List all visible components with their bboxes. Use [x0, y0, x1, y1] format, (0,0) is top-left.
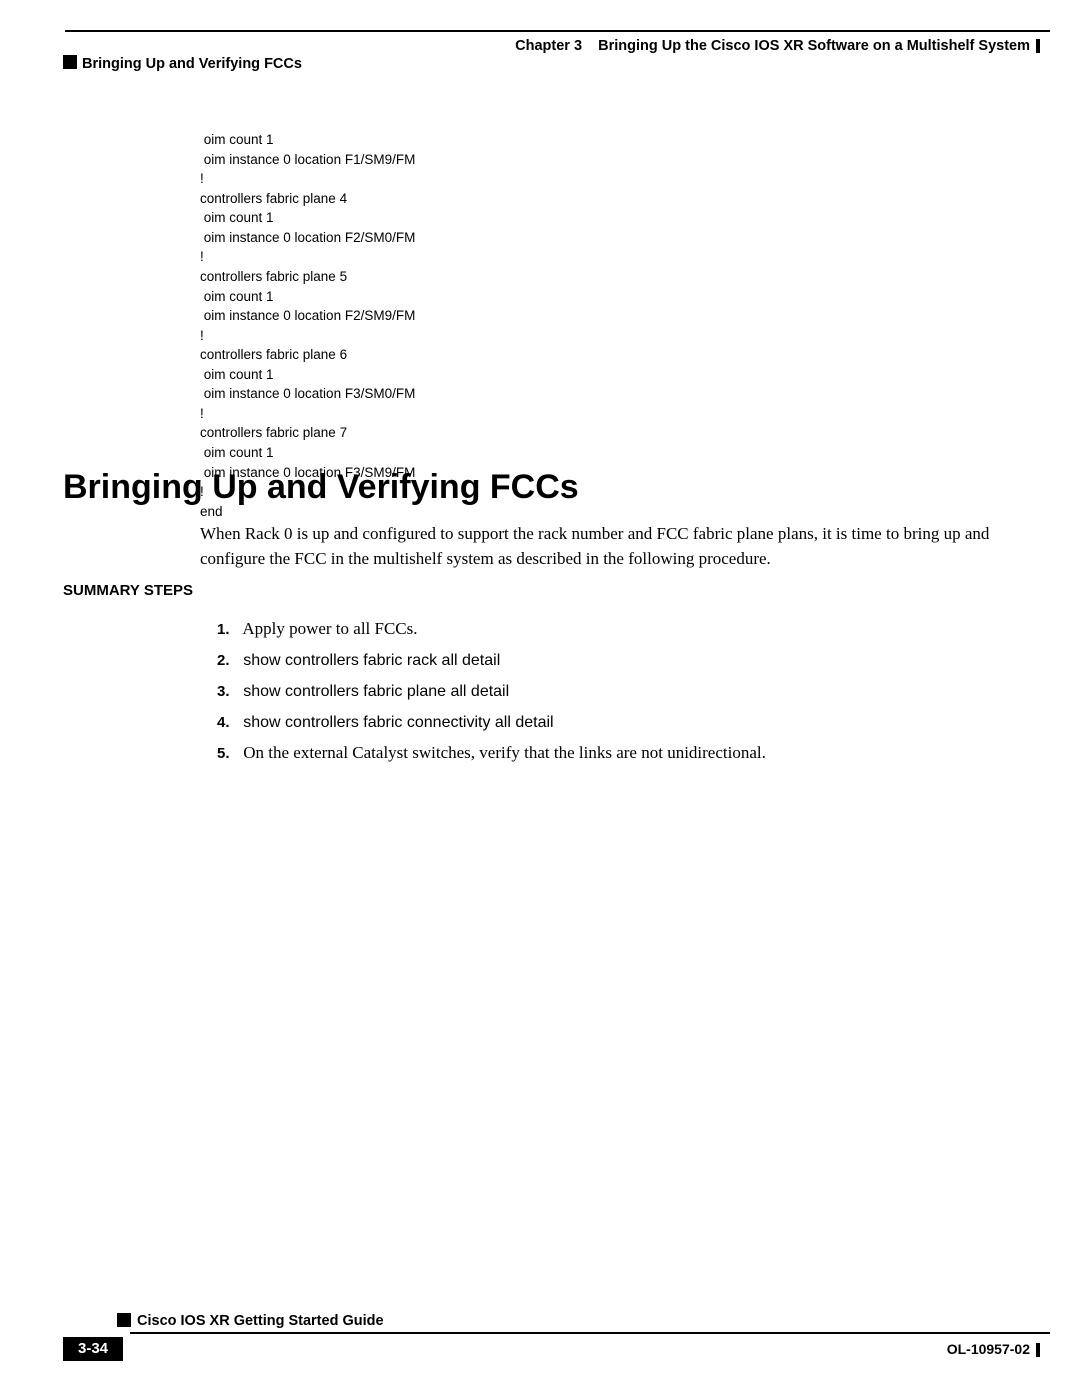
step-item: 5. On the external Catalyst switches, ve… [217, 739, 1020, 768]
step-number: 4. [217, 710, 239, 736]
step-item: 3. show controllers fabric plane all det… [217, 677, 1020, 706]
step-item: 1. Apply power to all FCCs. [217, 615, 1020, 644]
config-code-block: oim count 1 oim instance 0 location F1/S… [200, 130, 415, 521]
footer-page-number: 3-34 [63, 1337, 123, 1361]
step-command: show controllers fabric rack all detail [243, 652, 500, 669]
footer-guide-title: Cisco IOS XR Getting Started Guide [137, 1313, 384, 1329]
footer-square-icon [117, 1313, 131, 1327]
step-item: 2. show controllers fabric rack all deta… [217, 646, 1020, 675]
header-section-title: Bringing Up and Verifying FCCs [82, 56, 302, 72]
step-text: On the external Catalyst switches, verif… [243, 743, 766, 762]
step-command: show controllers fabric connectivity all… [243, 714, 553, 731]
summary-steps-label: SUMMARY STEPS [63, 582, 193, 599]
step-number: 1. [217, 617, 239, 643]
step-number: 3. [217, 679, 239, 705]
step-number: 5. [217, 741, 239, 767]
document-page: Chapter 3 Bringing Up the Cisco IOS XR S… [0, 0, 1080, 1397]
footer-rule [130, 1332, 1050, 1334]
summary-steps-list: 1. Apply power to all FCCs. 2. show cont… [217, 615, 1020, 769]
chapter-label: Chapter 3 [515, 38, 582, 54]
chapter-title: Bringing Up the Cisco IOS XR Software on… [598, 38, 1030, 54]
header-square-icon [63, 55, 77, 69]
step-item: 4. show controllers fabric connectivity … [217, 708, 1020, 737]
header-end-bar-icon [1036, 39, 1040, 53]
footer-doc-id: OL-10957-02 [947, 1341, 1040, 1357]
header-chapter: Chapter 3 Bringing Up the Cisco IOS XR S… [515, 38, 1040, 54]
intro-paragraph: When Rack 0 is up and configured to supp… [200, 522, 1020, 571]
step-command: show controllers fabric plane all detail [243, 683, 509, 700]
step-text: Apply power to all FCCs. [242, 619, 417, 638]
page-heading: Bringing Up and Verifying FCCs [63, 468, 579, 507]
header-rule [65, 30, 1050, 32]
footer-end-bar-icon [1036, 1343, 1040, 1357]
step-number: 2. [217, 648, 239, 674]
